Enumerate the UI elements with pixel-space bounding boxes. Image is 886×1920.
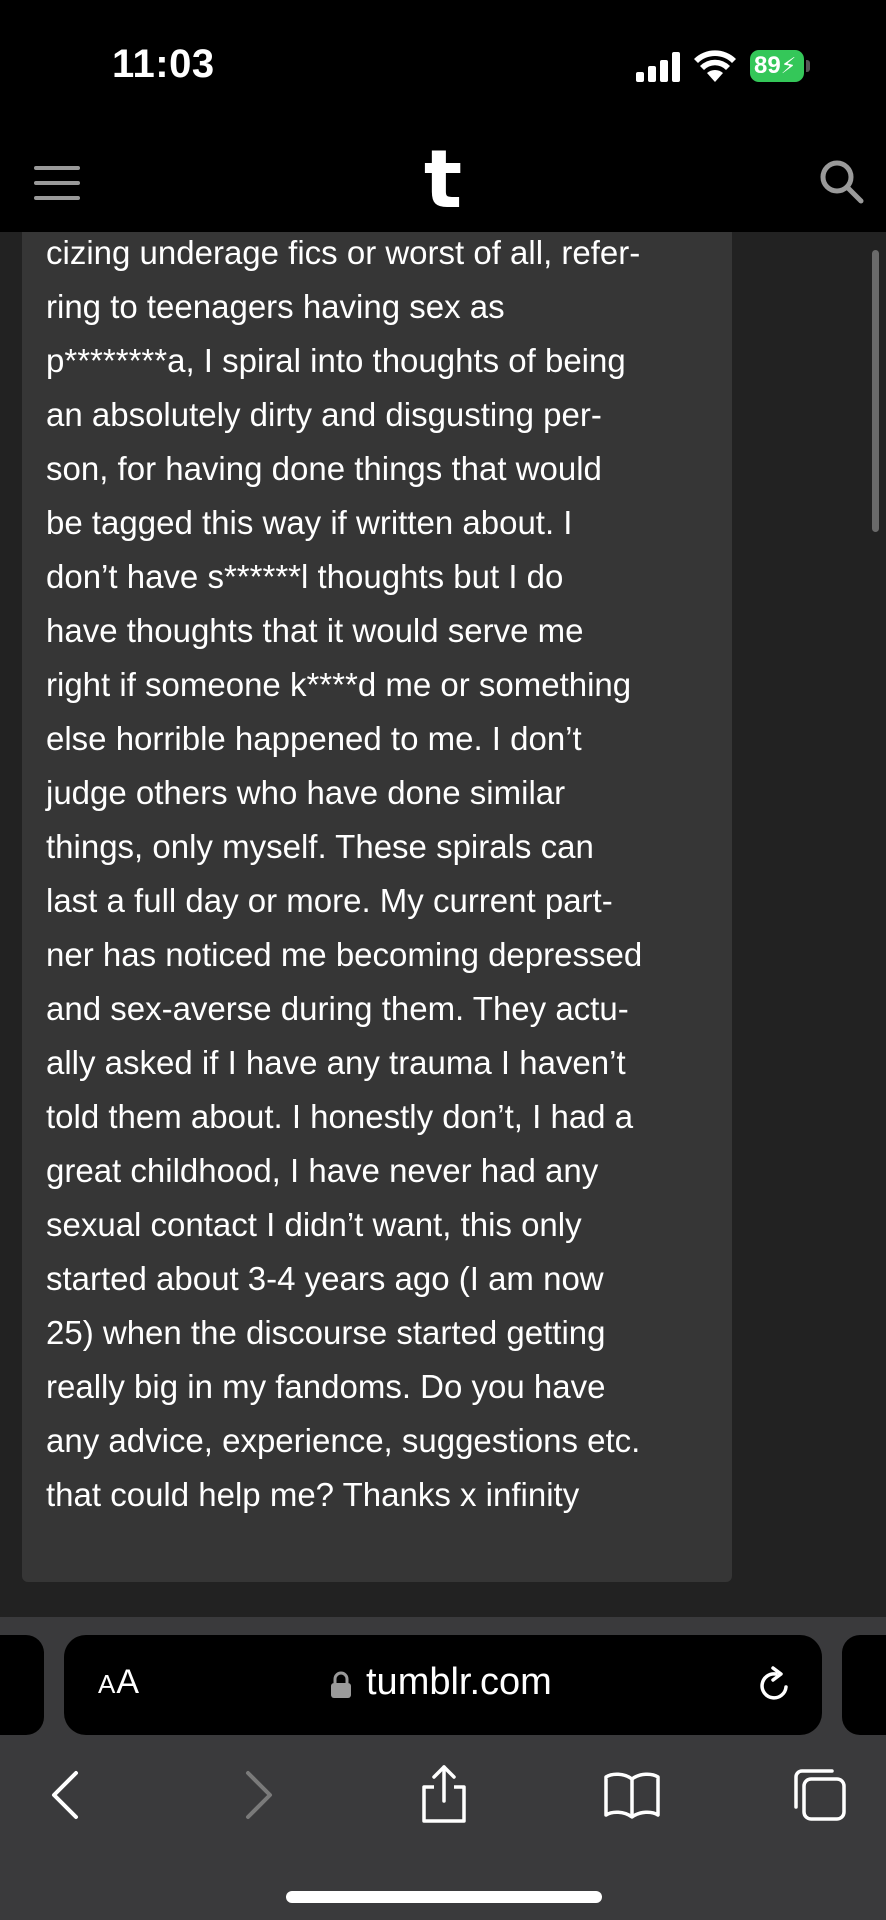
status-bar: 11:03 89⚡: [0, 0, 886, 120]
share-icon[interactable]: [414, 1765, 474, 1825]
home-indicator[interactable]: [286, 1891, 602, 1903]
tabs-icon[interactable]: [790, 1765, 850, 1825]
reload-icon[interactable]: [754, 1665, 794, 1705]
screen: 11:03 89⚡ t cizing underage fics or wors…: [0, 0, 886, 1920]
hamburger-icon[interactable]: [34, 166, 80, 200]
cellular-signal-icon: [636, 52, 682, 82]
battery-level: 89: [754, 52, 781, 79]
bookmarks-icon[interactable]: [602, 1765, 662, 1825]
post-body-text: cizing underage fics or worst of all, re…: [46, 234, 643, 1513]
url-text[interactable]: tumblr.com: [366, 1661, 552, 1704]
scrollbar[interactable]: [872, 250, 879, 532]
previous-tab-preview[interactable]: [0, 1635, 44, 1735]
search-icon[interactable]: [818, 158, 864, 204]
address-bar[interactable]: AA tumblr.com: [64, 1635, 822, 1735]
feed-content: cizing underage fics or worst of all, re…: [0, 232, 886, 1617]
status-time: 11:03: [112, 42, 215, 86]
next-tab-preview[interactable]: [842, 1635, 886, 1735]
battery-tip: [806, 60, 810, 72]
back-icon[interactable]: [36, 1765, 96, 1825]
reader-options-button[interactable]: AA: [98, 1663, 140, 1702]
lock-icon: [331, 1671, 351, 1698]
tumblr-logo[interactable]: t: [400, 140, 486, 220]
browser-toolbar: AA tumblr.com: [0, 1617, 886, 1920]
post-card: cizing underage fics or worst of all, re…: [22, 232, 732, 1582]
battery-indicator: 89⚡: [750, 50, 804, 82]
wifi-icon: [694, 50, 736, 82]
app-header: t: [0, 120, 886, 232]
forward-icon[interactable]: [228, 1765, 288, 1825]
charging-bolt-icon: ⚡: [780, 53, 797, 78]
